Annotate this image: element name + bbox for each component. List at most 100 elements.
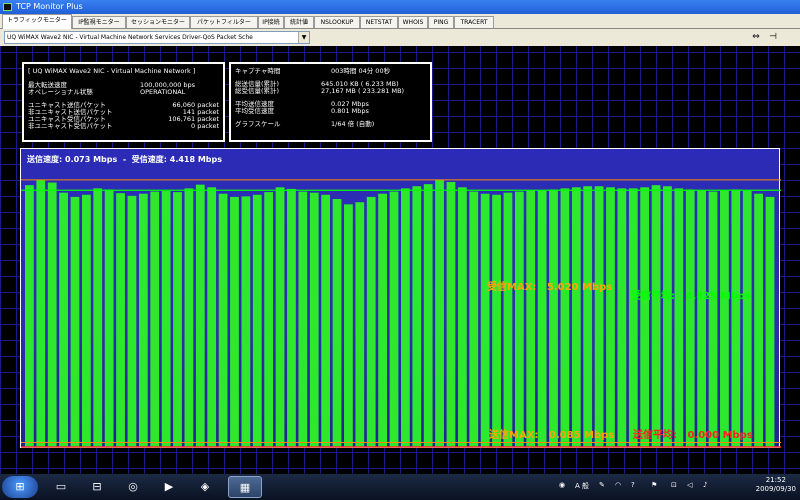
tx-max-value: 0.085 Mbps	[548, 430, 615, 441]
rx-max-value: 5.020 Mbps	[546, 282, 613, 293]
rx-speed-label: 受信速度:	[131, 155, 167, 164]
rx-max-title: 受信MAX:	[487, 282, 537, 293]
tx-speed-value: 0.073 Mbps	[65, 155, 118, 164]
rx-bar	[104, 189, 114, 447]
rx-avg-label: 受信平均: 4.825 Mbps	[631, 291, 751, 302]
tab-whois[interactable]: WHOIS	[398, 16, 428, 28]
rx-bar	[583, 186, 593, 447]
tx-speed-label: 送信速度:	[27, 155, 63, 164]
start-button[interactable]: ⊞	[2, 476, 38, 498]
adapter-info-panel: [ UQ WiMAX Wave2 NIC - Virtual Machine N…	[22, 62, 225, 142]
chevron-down-icon[interactable]: ▼	[298, 32, 309, 43]
capture-info-panel: キャプチャ時間 003時間 04分 00秒 総送信量(累計) 645.010 KB …	[229, 62, 432, 142]
tab-ping[interactable]: PING	[428, 16, 454, 28]
rx-bar	[765, 196, 775, 447]
rx-bar	[252, 194, 262, 447]
rx-bar	[127, 195, 137, 447]
uq-connect-icon[interactable]: ◈	[188, 476, 222, 498]
tab-traffic-monitor[interactable]: トラフィックモニター	[2, 14, 72, 29]
rx-bar	[628, 188, 638, 447]
tab-ip-connection[interactable]: IP接続	[258, 16, 284, 28]
tcp-monitor-taskbar-button[interactable]: ▦	[228, 476, 262, 498]
rx-bar	[423, 184, 433, 447]
app-window: TCP Monitor Plus トラフィックモニター IP監視モニター セッシ…	[0, 0, 800, 500]
tray-speaker-icon[interactable]: ♪	[703, 481, 707, 489]
speed-row: 平均受信速度 0.801 Mbps	[235, 108, 426, 115]
rx-bar	[25, 185, 34, 447]
scale-row: グラフスケール 1/64 倍 (自動)	[235, 121, 426, 128]
tab-ip-monitor[interactable]: IP監視モニター	[72, 16, 126, 28]
adapter-header: [ UQ WiMAX Wave2 NIC - Virtual Machine N…	[28, 68, 196, 75]
rx-bar	[446, 181, 456, 448]
tab-nslookup[interactable]: NSLOOKUP	[314, 16, 360, 28]
toolbar: UQ WiMAX Wave2 NIC - Virtual Machine Net…	[0, 29, 800, 46]
tab-netstat[interactable]: NETSTAT	[360, 16, 398, 28]
tab-strip: トラフィックモニター IP監視モニター セッションモニター パケットフィルター …	[0, 14, 800, 29]
pin-icon[interactable]: ⊣	[767, 32, 779, 43]
rx-speed-value: 4.418 Mbps	[169, 155, 223, 164]
rx-avg-value: 4.825 Mbps	[685, 291, 751, 302]
taskbar: ⊞ ▭ ⊟ ◎ ▶ ◈ ▦ ◉ A 般 ✎ ◠ ? ⚑ ⊡ ◁ ♪ 21:52 …	[0, 474, 800, 500]
adapter-select-value: UQ WiMAX Wave2 NIC - Virtual Machine Net…	[7, 34, 253, 41]
browser-icon[interactable]: ◎	[116, 476, 150, 498]
network-icon[interactable]: ⊟	[80, 476, 114, 498]
total-label: 総受信量(累計)	[235, 87, 280, 95]
rx-bar	[674, 188, 684, 447]
rx-bar	[492, 194, 501, 447]
command-prompt-icon[interactable]: ▭	[44, 476, 78, 498]
media-player-icon[interactable]: ▶	[152, 476, 186, 498]
tray-flag-icon[interactable]: ⚑	[651, 481, 657, 489]
tray-help-icon[interactable]: ?	[631, 481, 635, 489]
clock-time: 21:52	[765, 476, 786, 484]
info-value: OPERATIONAL	[140, 88, 186, 96]
rx-bar	[355, 202, 365, 447]
rx-bar	[36, 179, 46, 448]
rx-bar	[503, 192, 513, 447]
rx-bar	[663, 186, 672, 447]
rx-bar	[218, 193, 228, 447]
tray-ime-icon[interactable]: ✎	[599, 481, 605, 489]
rx-bar	[230, 196, 239, 447]
resize-icon[interactable]: ⇔	[750, 32, 762, 43]
app-icon	[3, 3, 12, 11]
scale-label: グラフスケール	[235, 120, 281, 128]
rx-bar	[287, 188, 296, 447]
tray-volume-icon[interactable]: ◁	[687, 481, 692, 489]
rx-bar	[366, 196, 376, 447]
tx-avg-label: 送信平均: 0.000 Mbps	[633, 430, 753, 441]
rx-bar	[697, 190, 707, 447]
tray-wifi-icon[interactable]: ◠	[615, 481, 621, 489]
rx-bar	[321, 194, 331, 447]
rx-bar	[731, 189, 741, 447]
total-row: 総受信量(累計) 27,167 MB ( 233.281 MB)	[235, 88, 426, 95]
clock[interactable]: 21:52 2009/09/30	[756, 476, 796, 494]
tray-language[interactable]: A 般	[575, 481, 589, 491]
tray-app-icon[interactable]: ◉	[559, 481, 565, 489]
rx-bar	[537, 189, 547, 447]
rx-bar	[640, 187, 650, 447]
packet-label: 非ユニキャスト受信パケット	[28, 122, 113, 130]
rx-bar	[606, 187, 615, 447]
tab-tracert[interactable]: TRACERT	[454, 16, 494, 28]
tab-statistics[interactable]: 統計値	[284, 16, 314, 28]
rx-bar	[389, 191, 399, 447]
tx-avg-title: 送信平均:	[633, 430, 677, 441]
rx-bar	[549, 189, 558, 447]
rx-bar	[742, 190, 752, 447]
rx-bar	[685, 189, 695, 447]
rx-bar	[195, 184, 205, 447]
rx-bar	[332, 199, 342, 447]
rx-bar	[594, 186, 604, 447]
info-row: オペレーショナル状態 OPERATIONAL	[28, 89, 219, 96]
tray-network-icon[interactable]: ⊡	[671, 481, 677, 489]
adapter-select[interactable]: UQ WiMAX Wave2 NIC - Virtual Machine Net…	[4, 31, 310, 44]
tab-packet-filter[interactable]: パケットフィルター	[190, 16, 258, 28]
title-bar: TCP Monitor Plus	[0, 0, 800, 14]
rx-bar	[275, 187, 285, 447]
tab-session-monitor[interactable]: セッションモニター	[126, 16, 190, 28]
rx-bar	[241, 196, 251, 447]
rx-bar	[571, 187, 581, 447]
rx-max-label: 受信MAX: 5.020 Mbps	[487, 282, 613, 293]
rx-bar	[138, 193, 148, 447]
rx-bar	[617, 188, 627, 447]
